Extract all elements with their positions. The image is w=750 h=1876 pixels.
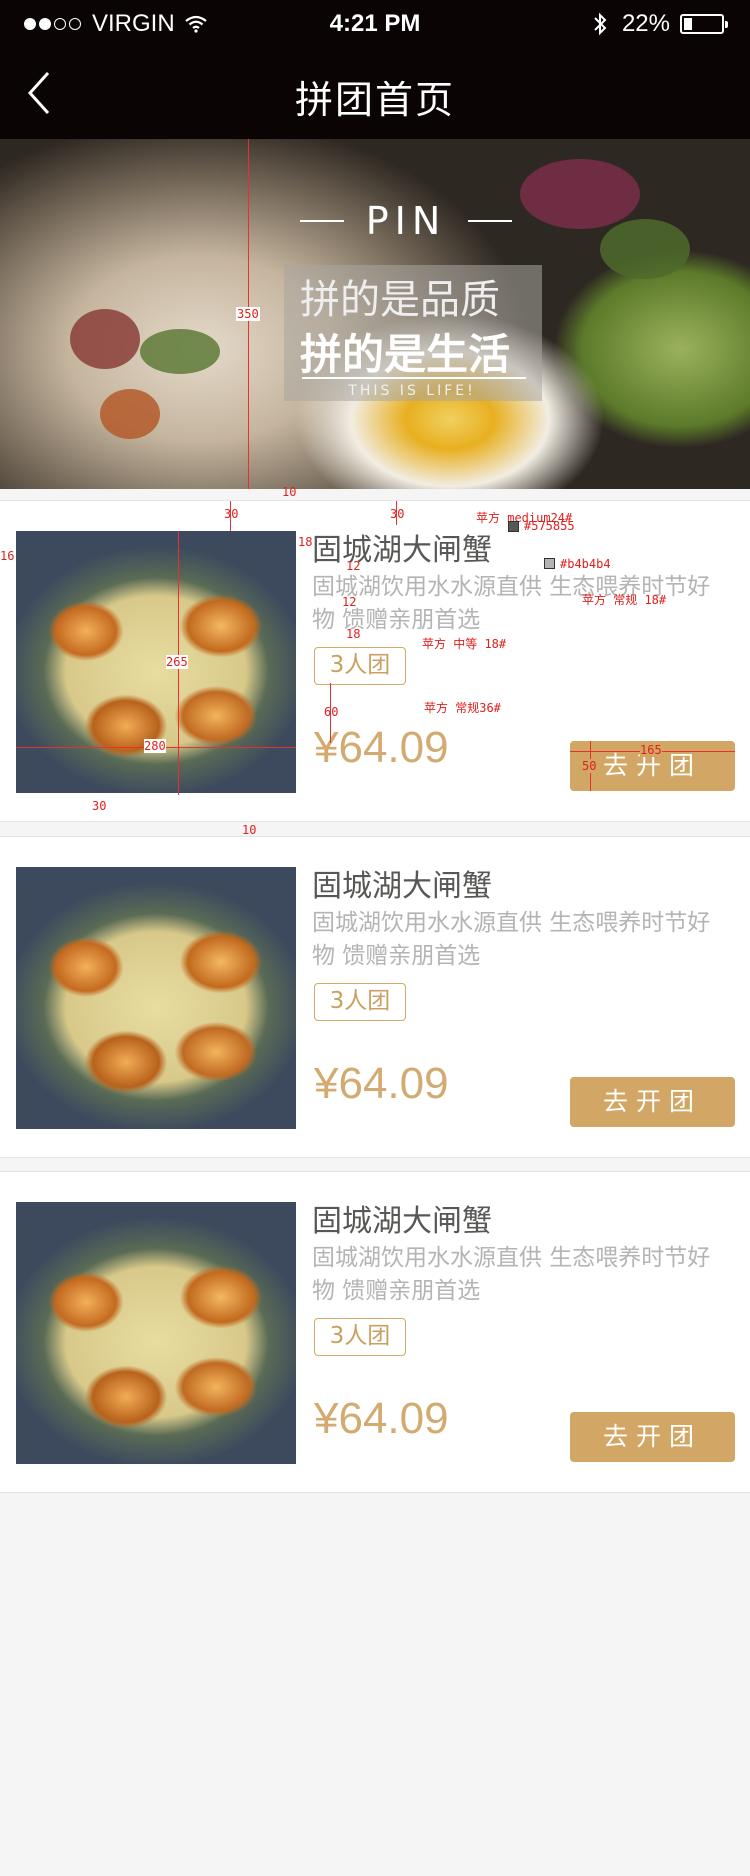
color-swatch <box>508 521 519 532</box>
dimension-label: 50 <box>582 759 597 773</box>
group-size-tag: 3人团 <box>314 1318 406 1356</box>
product-desc: 固城湖饮用水水源直供 生态喂养时节好物 馈赠亲朋首选 <box>312 1245 711 1304</box>
dimension-label: 18 <box>298 535 313 549</box>
dimension-label: 16 <box>0 549 15 563</box>
product-image[interactable] <box>16 1202 296 1464</box>
dimension-label: 265 <box>166 655 188 669</box>
banner-pin: PIN <box>300 199 512 243</box>
product-price: ¥64.09 <box>314 1394 449 1443</box>
product-name: 固城湖大闸蟹 <box>312 1204 492 1239</box>
dimension-label: 10 <box>282 485 297 499</box>
dimension-label: 30 <box>224 507 239 521</box>
product-name: 固城湖大闸蟹 <box>312 533 492 568</box>
battery-percent: 22% <box>621 10 670 37</box>
group-size-tag: 3人团 <box>314 983 406 1021</box>
dimension-label: 280 <box>144 739 166 753</box>
bluetooth-icon <box>594 12 607 36</box>
status-right: 22% <box>592 10 728 38</box>
product-desc: 固城湖饮用水水源直供 生态喂养时节好物 馈赠亲朋首选 <box>312 910 711 969</box>
dimension-label: 12 <box>346 559 361 573</box>
dimension-line <box>230 501 231 531</box>
food-detail <box>70 309 140 369</box>
banner-line1: 拼的是品质 <box>300 277 500 323</box>
font-spec-label: 苹方 常规 18# <box>582 593 667 607</box>
dimension-label: 60 <box>324 705 339 719</box>
food-detail <box>520 159 640 229</box>
food-detail <box>140 329 220 374</box>
product-name: 固城湖大闸蟹 <box>312 869 492 904</box>
food-detail <box>600 219 690 279</box>
hero-banner[interactable]: PIN 拼的是品质 拼的是生活 THIS IS LIFE! 350 <box>0 139 750 489</box>
product-card[interactable]: 固城湖大闸蟹 固城湖饮用水水源直供 生态喂养时节好物 馈赠亲朋首选 3人团 ¥6… <box>0 1171 750 1493</box>
product-card[interactable]: 固城湖大闸蟹 固城湖饮用水水源直供 生态喂养时节好物 馈赠亲朋首选 3人团 ¥6… <box>0 485 750 837</box>
font-spec-label: 苹方 常规36# <box>424 701 501 715</box>
product-image[interactable] <box>16 867 296 1129</box>
group-size-tag: 3人团 <box>314 647 406 685</box>
battery-icon <box>680 14 728 34</box>
product-card[interactable]: 固城湖大闸蟹 固城湖饮用水水源直供 生态喂养时节好物 馈赠亲朋首选 3人团 ¥6… <box>0 836 750 1158</box>
product-price: ¥64.09 <box>314 723 449 772</box>
banner-line2: 拼的是生活 <box>300 330 511 379</box>
status-bar: VIRGIN 4:21 PM 22% <box>0 0 750 47</box>
dimension-label: 30 <box>390 507 405 521</box>
banner-pin-text: PIN <box>365 199 447 243</box>
banner-line3: THIS IS LIFE! <box>348 383 476 399</box>
dimension-label: 18 <box>346 627 361 641</box>
dimension-label: 12 <box>342 595 357 609</box>
color-spec-label: #575855 <box>524 519 575 533</box>
dimension-label: 10 <box>242 823 257 837</box>
dimension-label: 165 <box>640 743 662 757</box>
product-price: ¥64.09 <box>314 1059 449 1108</box>
banner-underline <box>302 377 526 379</box>
product-image[interactable] <box>16 531 296 793</box>
nav-bar: 拼团首页 <box>0 47 750 139</box>
color-swatch <box>544 558 555 569</box>
dimension-label: 350 <box>236 307 260 321</box>
color-spec-label: #b4b4b4 <box>560 557 611 571</box>
dimension-line <box>396 501 397 525</box>
start-group-button[interactable]: 去开团 <box>570 1077 735 1127</box>
page-title: 拼团首页 <box>294 78 455 122</box>
dimension-label: 30 <box>92 799 107 813</box>
food-detail <box>100 389 160 439</box>
font-spec-label: 苹方 中等 18# <box>422 637 507 651</box>
start-group-button[interactable]: 去开团 <box>570 1412 735 1462</box>
